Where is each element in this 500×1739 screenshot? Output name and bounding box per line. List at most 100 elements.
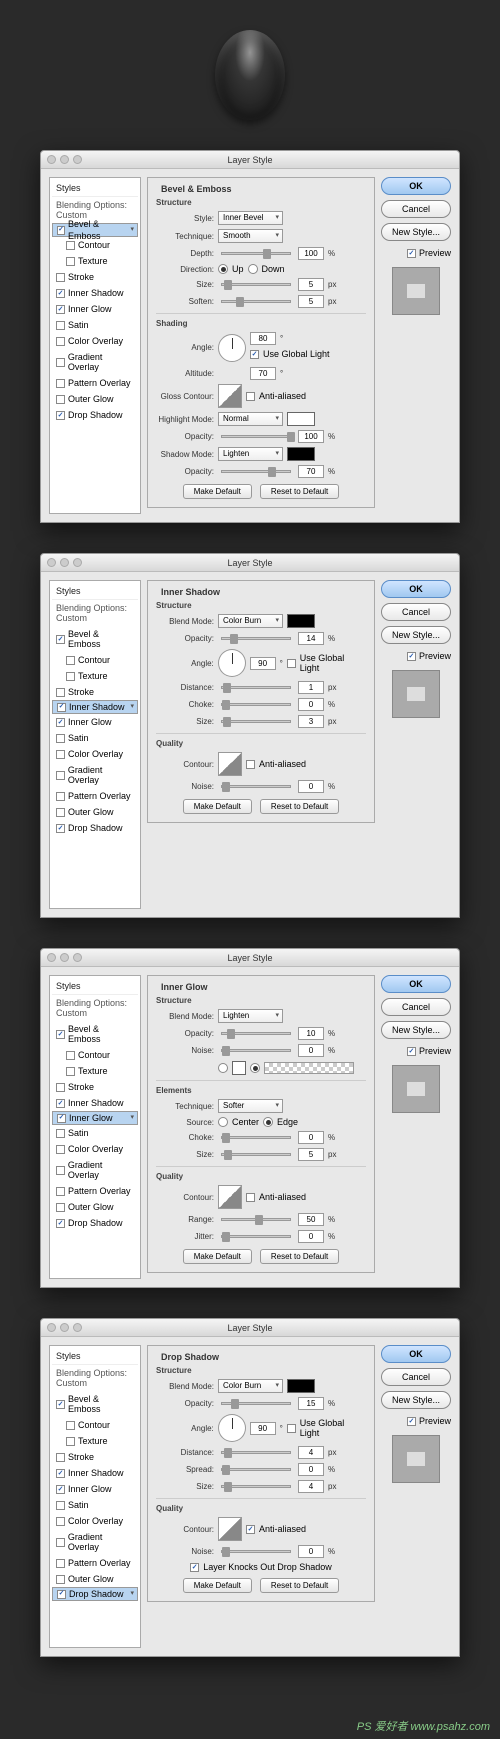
ok-button[interactable]: OK [381, 580, 451, 598]
contour-picker[interactable] [218, 1185, 242, 1209]
sidebar-item-stroke[interactable]: Stroke [52, 1079, 138, 1095]
highlight-opacity-slider[interactable] [221, 435, 291, 438]
sidebar-item-inner-shadow[interactable]: Inner Shadow [52, 285, 138, 301]
sidebar-item-gradient-overlay[interactable]: Gradient Overlay [52, 762, 138, 788]
angle-input[interactable]: 80 [250, 332, 276, 345]
reset-default-button[interactable]: Reset to Default [260, 484, 339, 499]
jitter-input[interactable]: 0 [298, 1230, 324, 1243]
preview-checkbox[interactable] [407, 1417, 416, 1426]
preview-checkbox[interactable] [407, 1047, 416, 1056]
reset-default-button[interactable]: Reset to Default [260, 1578, 339, 1593]
color-swatch[interactable] [287, 1379, 315, 1393]
blend-mode-select[interactable]: Color Burn [218, 1379, 283, 1393]
cancel-button[interactable]: Cancel [381, 603, 451, 621]
sidebar-item-drop-shadow[interactable]: Drop Shadow [52, 820, 138, 836]
close-icon[interactable] [47, 558, 56, 567]
sidebar-item-bevel[interactable]: Bevel & Emboss [52, 1391, 138, 1417]
sidebar-item-texture[interactable]: Texture [52, 1433, 138, 1449]
sidebar-item-inner-shadow[interactable]: Inner Shadow [52, 1465, 138, 1481]
size-slider[interactable] [221, 1153, 291, 1156]
sidebar-item-gradient-overlay[interactable]: Gradient Overlay [52, 1529, 138, 1555]
contour-picker[interactable] [218, 1517, 242, 1541]
technique-select[interactable]: Softer [218, 1099, 283, 1113]
close-icon[interactable] [47, 953, 56, 962]
sidebar-item-outer-glow[interactable]: Outer Glow [52, 1571, 138, 1587]
knockout-checkbox[interactable] [190, 1563, 199, 1572]
titlebar[interactable]: Layer Style [41, 1319, 459, 1337]
sidebar-item-inner-glow[interactable]: Inner Glow [52, 1481, 138, 1497]
global-light-checkbox[interactable] [287, 659, 296, 668]
cancel-button[interactable]: Cancel [381, 998, 451, 1016]
angle-input[interactable]: 90 [250, 1422, 276, 1435]
opacity-slider[interactable] [221, 1402, 291, 1405]
reset-default-button[interactable]: Reset to Default [260, 799, 339, 814]
soften-input[interactable]: 5 [298, 295, 324, 308]
depth-slider[interactable] [221, 252, 291, 255]
sidebar-item-pattern-overlay[interactable]: Pattern Overlay [52, 375, 138, 391]
new-style-button[interactable]: New Style... [381, 1391, 451, 1409]
new-style-button[interactable]: New Style... [381, 626, 451, 644]
sidebar-item-outer-glow[interactable]: Outer Glow [52, 1199, 138, 1215]
zoom-icon[interactable] [73, 953, 82, 962]
contour-picker[interactable] [218, 752, 242, 776]
minimize-icon[interactable] [60, 155, 69, 164]
make-default-button[interactable]: Make Default [183, 484, 252, 499]
sidebar-item-gradient-overlay[interactable]: Gradient Overlay [52, 1157, 138, 1183]
choke-slider[interactable] [221, 703, 291, 706]
cancel-button[interactable]: Cancel [381, 200, 451, 218]
color-swatch[interactable] [287, 614, 315, 628]
make-default-button[interactable]: Make Default [183, 799, 252, 814]
noise-slider[interactable] [221, 785, 291, 788]
angle-dial[interactable] [218, 334, 246, 362]
sidebar-item-drop-shadow[interactable]: Drop Shadow [52, 1587, 138, 1601]
color-swatch[interactable] [232, 1061, 246, 1075]
ok-button[interactable]: OK [381, 1345, 451, 1363]
spread-input[interactable]: 0 [298, 1463, 324, 1476]
sidebar-item-pattern-overlay[interactable]: Pattern Overlay [52, 1183, 138, 1199]
sidebar-item-color-overlay[interactable]: Color Overlay [52, 1141, 138, 1157]
sidebar-item-pattern-overlay[interactable]: Pattern Overlay [52, 1555, 138, 1571]
sidebar-item-pattern-overlay[interactable]: Pattern Overlay [52, 788, 138, 804]
opacity-slider[interactable] [221, 637, 291, 640]
sidebar-item-inner-shadow[interactable]: Inner Shadow [52, 1095, 138, 1111]
distance-input[interactable]: 4 [298, 1446, 324, 1459]
new-style-button[interactable]: New Style... [381, 1021, 451, 1039]
blend-mode-select[interactable]: Lighten [218, 1009, 283, 1023]
angle-dial[interactable] [218, 1414, 246, 1442]
gloss-contour-picker[interactable] [218, 384, 242, 408]
depth-input[interactable]: 100 [298, 247, 324, 260]
shadow-mode-select[interactable]: Lighten [218, 447, 283, 461]
shadow-opacity-slider[interactable] [221, 470, 291, 473]
opacity-input[interactable]: 14 [298, 632, 324, 645]
size-input[interactable]: 4 [298, 1480, 324, 1493]
noise-input[interactable]: 0 [298, 1545, 324, 1558]
gradient-picker[interactable] [264, 1062, 354, 1074]
titlebar[interactable]: Layer Style [41, 949, 459, 967]
global-light-checkbox[interactable] [287, 1424, 296, 1433]
preview-checkbox[interactable] [407, 652, 416, 661]
minimize-icon[interactable] [60, 1323, 69, 1332]
source-center-radio[interactable] [218, 1117, 228, 1127]
size-slider[interactable] [221, 720, 291, 723]
distance-slider[interactable] [221, 1451, 291, 1454]
shadow-opacity-input[interactable]: 70 [298, 465, 324, 478]
jitter-slider[interactable] [221, 1235, 291, 1238]
shadow-color-swatch[interactable] [287, 447, 315, 461]
sidebar-item-outer-glow[interactable]: Outer Glow [52, 804, 138, 820]
color-radio[interactable] [218, 1063, 228, 1073]
reset-default-button[interactable]: Reset to Default [260, 1249, 339, 1264]
zoom-icon[interactable] [73, 155, 82, 164]
opacity-input[interactable]: 10 [298, 1027, 324, 1040]
opacity-slider[interactable] [221, 1032, 291, 1035]
global-light-checkbox[interactable] [250, 350, 259, 359]
style-select[interactable]: Inner Bevel [218, 211, 283, 225]
choke-input[interactable]: 0 [298, 698, 324, 711]
size-input[interactable]: 5 [298, 1148, 324, 1161]
sidebar-item-color-overlay[interactable]: Color Overlay [52, 1513, 138, 1529]
sidebar-item-inner-glow[interactable]: Inner Glow [52, 301, 138, 317]
noise-slider[interactable] [221, 1049, 291, 1052]
cancel-button[interactable]: Cancel [381, 1368, 451, 1386]
sidebar-item-color-overlay[interactable]: Color Overlay [52, 746, 138, 762]
new-style-button[interactable]: New Style... [381, 223, 451, 241]
highlight-opacity-input[interactable]: 100 [298, 430, 324, 443]
